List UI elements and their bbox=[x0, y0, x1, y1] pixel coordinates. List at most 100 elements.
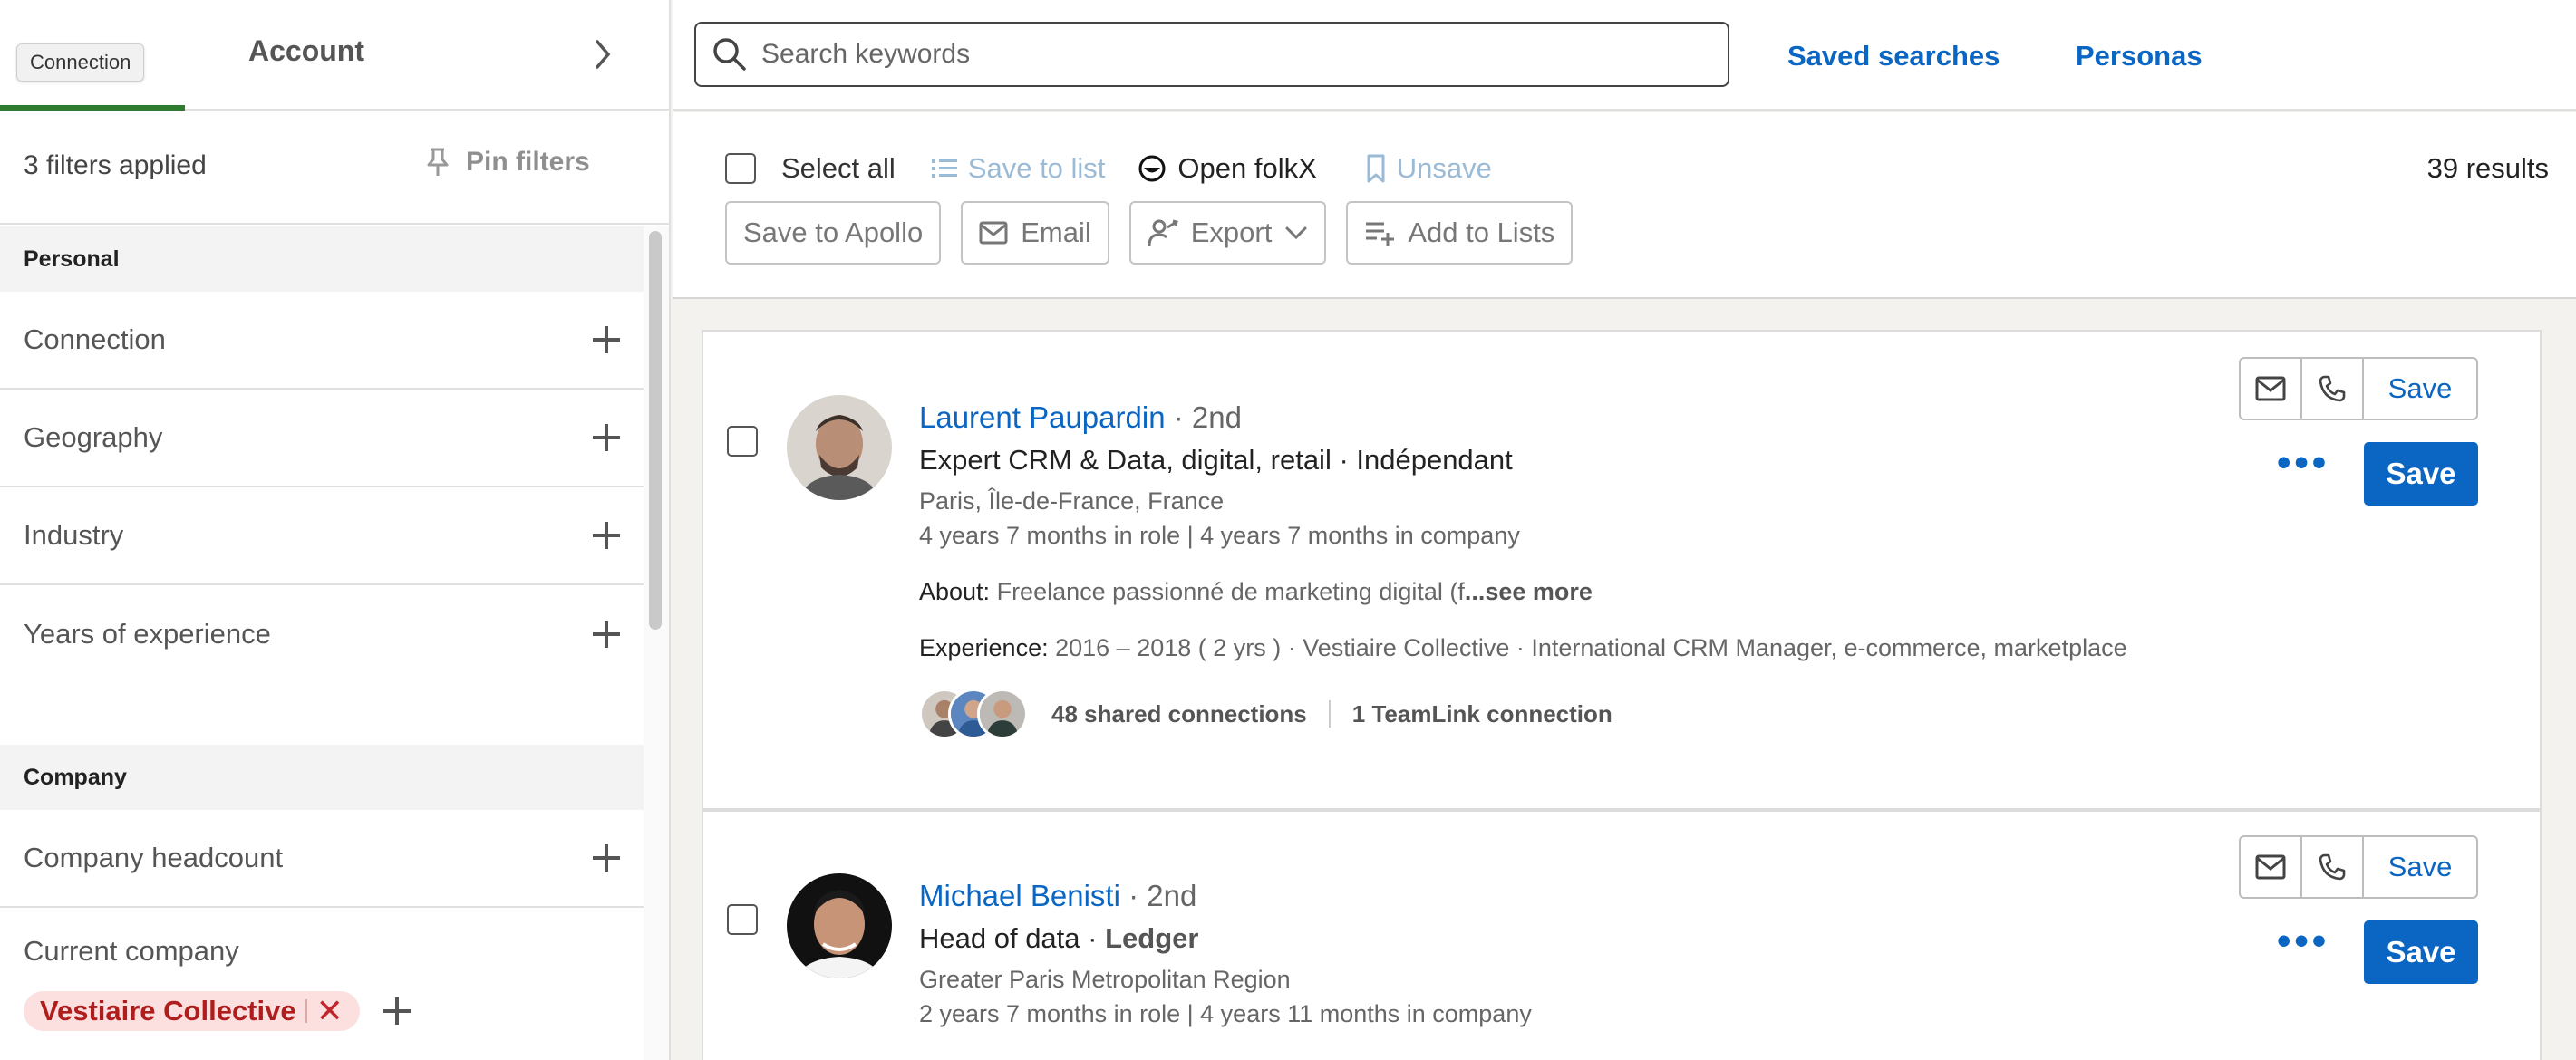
divider bbox=[1328, 700, 1331, 728]
lead-about: About: Freelance passionné de marketing … bbox=[919, 578, 1593, 606]
save-outline-button[interactable]: Save bbox=[2364, 837, 2476, 897]
lead-company[interactable]: Ledger bbox=[1105, 922, 1198, 954]
email-action[interactable] bbox=[2241, 837, 2302, 897]
about-label: About: bbox=[919, 578, 991, 605]
plus-icon[interactable] bbox=[593, 621, 620, 648]
plus-icon[interactable] bbox=[593, 844, 620, 872]
company-chip[interactable]: Vestiaire Collective ✕ bbox=[24, 991, 360, 1031]
chip-divider bbox=[305, 999, 307, 1023]
user-export-icon bbox=[1148, 219, 1178, 246]
search-box[interactable] bbox=[694, 22, 1729, 87]
more-options-icon[interactable]: ••• bbox=[2277, 919, 2329, 964]
filter-list: Personal Connection Geography Industry Y… bbox=[0, 226, 644, 1060]
filter-label: Years of experience bbox=[24, 618, 271, 650]
lead-experience: Experience: 2016 – 2018 ( 2 yrs ) · Vest… bbox=[919, 634, 2127, 662]
lead-card: Laurent Paupardin · 2nd Expert CRM & Dat… bbox=[702, 330, 2542, 810]
export-label: Export bbox=[1190, 217, 1273, 248]
contact-actions: Save bbox=[2239, 835, 2478, 899]
filter-industry[interactable]: Industry bbox=[0, 487, 644, 585]
save-to-apollo-label: Save to Apollo bbox=[743, 217, 924, 248]
search-input[interactable] bbox=[761, 39, 1668, 70]
results-toolbar: Select all Save to list Open folkX Unsav… bbox=[673, 112, 2576, 299]
filter-label: Company headcount bbox=[24, 842, 284, 873]
phone-icon bbox=[2319, 853, 2346, 881]
shared-connections[interactable]: 48 shared connections 1 TeamLink connect… bbox=[919, 689, 1612, 739]
lead-tenure: 4 years 7 months in role | 4 years 7 mon… bbox=[919, 522, 1520, 549]
remove-icon[interactable]: ✕ bbox=[316, 995, 344, 1027]
email-button[interactable]: Email bbox=[961, 201, 1109, 265]
select-all-checkbox[interactable] bbox=[725, 153, 756, 184]
filter-label: Industry bbox=[24, 519, 124, 551]
pin-filters-button[interactable]: Pin filters bbox=[426, 147, 590, 178]
about-text: Freelance passionné de marketing digital… bbox=[996, 578, 1465, 605]
chevron-down-icon bbox=[1285, 226, 1307, 240]
save-button[interactable]: Save bbox=[2364, 920, 2478, 984]
select-all-label[interactable]: Select all bbox=[781, 152, 896, 185]
export-button[interactable]: Export bbox=[1128, 201, 1327, 265]
add-to-lists-label: Add to Lists bbox=[1408, 217, 1555, 248]
lead-checkbox[interactable] bbox=[727, 426, 758, 457]
lead-name[interactable]: Michael Benisti bbox=[919, 879, 1120, 912]
pin-filters-label: Pin filters bbox=[466, 147, 590, 177]
lead-name-line: Michael Benisti · 2nd bbox=[919, 879, 1196, 913]
teamlink-label[interactable]: 1 TeamLink connection bbox=[1352, 700, 1612, 728]
see-more-link[interactable]: ...see more bbox=[1465, 578, 1593, 605]
more-options-icon[interactable]: ••• bbox=[2277, 440, 2329, 486]
search-icon bbox=[713, 38, 746, 71]
connection-degree: · 2nd bbox=[1173, 400, 1242, 434]
lead-name-line: Laurent Paupardin · 2nd bbox=[919, 400, 1242, 435]
avatar[interactable] bbox=[787, 873, 892, 978]
save-to-apollo-button[interactable]: Save to Apollo bbox=[725, 201, 942, 265]
plus-icon[interactable] bbox=[383, 997, 411, 1025]
save-outline-button[interactable]: Save bbox=[2364, 359, 2476, 419]
section-company: Company bbox=[0, 745, 644, 810]
filter-company-headcount[interactable]: Company headcount bbox=[0, 810, 644, 908]
avatar[interactable] bbox=[787, 395, 892, 500]
current-company-label: Current company bbox=[24, 935, 239, 967]
lead-title: Head of data · Ledger bbox=[919, 922, 1198, 955]
open-folkx-button[interactable]: Open folkX bbox=[1138, 152, 1317, 185]
personas-link[interactable]: Personas bbox=[2076, 40, 2203, 72]
folkx-icon bbox=[1138, 155, 1166, 182]
panel-tabs: Connection Account bbox=[0, 0, 669, 111]
plus-icon[interactable] bbox=[593, 424, 620, 451]
save-to-list-button[interactable]: Save to list bbox=[931, 152, 1106, 185]
bookmark-icon bbox=[1367, 154, 1385, 183]
mail-icon bbox=[2255, 854, 2286, 880]
lead-name[interactable]: Laurent Paupardin bbox=[919, 400, 1166, 434]
save-button[interactable]: Save bbox=[2364, 442, 2478, 506]
tab-account[interactable]: Account bbox=[248, 34, 364, 68]
shared-connections-label[interactable]: 48 shared connections bbox=[1051, 700, 1307, 728]
filter-label: Connection bbox=[24, 323, 166, 355]
filter-geography[interactable]: Geography bbox=[0, 390, 644, 487]
mail-icon bbox=[2255, 376, 2286, 401]
saved-searches-link[interactable]: Saved searches bbox=[1787, 40, 2000, 72]
tooltip: Connection bbox=[16, 43, 145, 82]
search-bar-area: Saved searches Personas bbox=[673, 0, 2576, 111]
plus-icon[interactable] bbox=[593, 326, 620, 353]
phone-action[interactable] bbox=[2302, 359, 2364, 419]
bulk-actions: Select all Save to list Open folkX Unsav… bbox=[725, 152, 1492, 185]
email-label: Email bbox=[1021, 217, 1091, 248]
filter-years-experience[interactable]: Years of experience bbox=[0, 585, 644, 683]
mail-icon bbox=[979, 221, 1008, 245]
lead-location: Paris, Île-de-France, France bbox=[919, 487, 1225, 515]
connection-degree: · 2nd bbox=[1128, 879, 1197, 912]
filter-connection[interactable]: Connection bbox=[0, 292, 644, 390]
lead-checkbox[interactable] bbox=[727, 904, 758, 935]
results-count: 39 results bbox=[2426, 152, 2549, 184]
integration-actions: Save to Apollo Email Export Add to Lists bbox=[725, 201, 1574, 265]
chevron-right-icon[interactable] bbox=[589, 34, 616, 74]
open-folkx-label: Open folkX bbox=[1177, 152, 1317, 184]
scrollbar-thumb[interactable] bbox=[649, 231, 662, 630]
phone-action[interactable] bbox=[2302, 837, 2364, 897]
unsave-button[interactable]: Unsave bbox=[1366, 152, 1492, 185]
email-action[interactable] bbox=[2241, 359, 2302, 419]
avatar bbox=[977, 689, 1028, 739]
lead-title: Expert CRM & Data, digital, retail · Ind… bbox=[919, 444, 1513, 476]
add-to-lists-button[interactable]: Add to Lists bbox=[1346, 201, 1574, 265]
experience-text: 2016 – 2018 ( 2 yrs ) · Vestiaire Collec… bbox=[1055, 634, 2127, 661]
plus-icon[interactable] bbox=[593, 522, 620, 549]
save-to-list-label: Save to list bbox=[967, 152, 1106, 184]
